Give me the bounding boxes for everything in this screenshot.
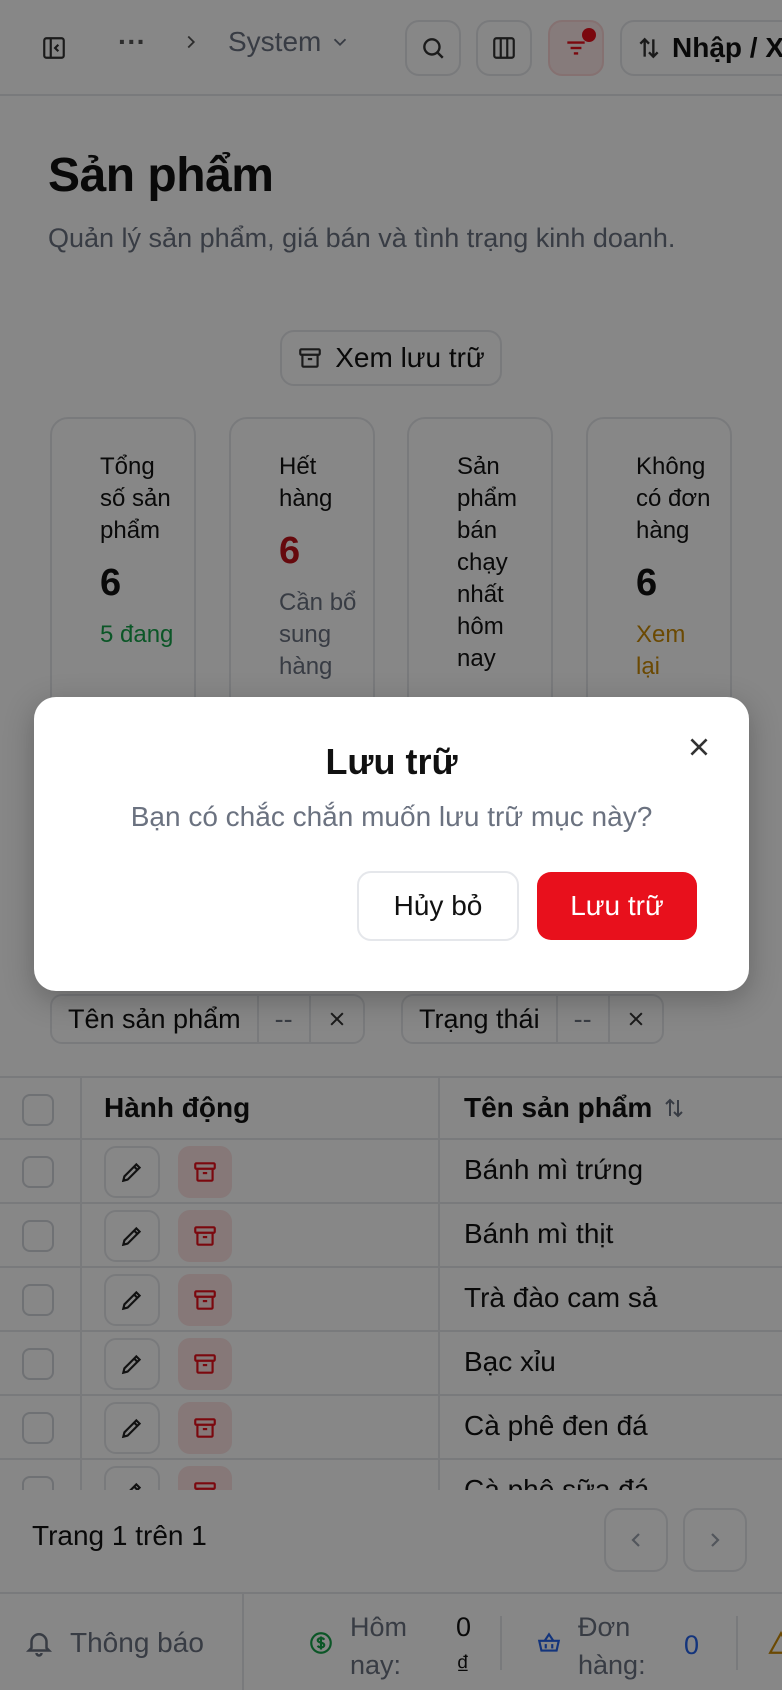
close-icon [690,738,708,756]
dialog-close-button[interactable] [681,729,717,765]
archive-confirm-dialog: Lưu trữ Bạn có chắc chắn muốn lưu trữ mụ… [34,697,749,991]
confirm-archive-button[interactable]: Lưu trữ [537,872,697,940]
cancel-button[interactable]: Hủy bỏ [357,871,519,941]
dialog-message: Bạn có chắc chắn muốn lưu trữ mục này? [130,801,653,832]
products-page: ··· System Nhập / X Sản phẩm Quản lý sản… [0,0,782,1690]
dialog-title: Lưu trữ [325,741,458,782]
